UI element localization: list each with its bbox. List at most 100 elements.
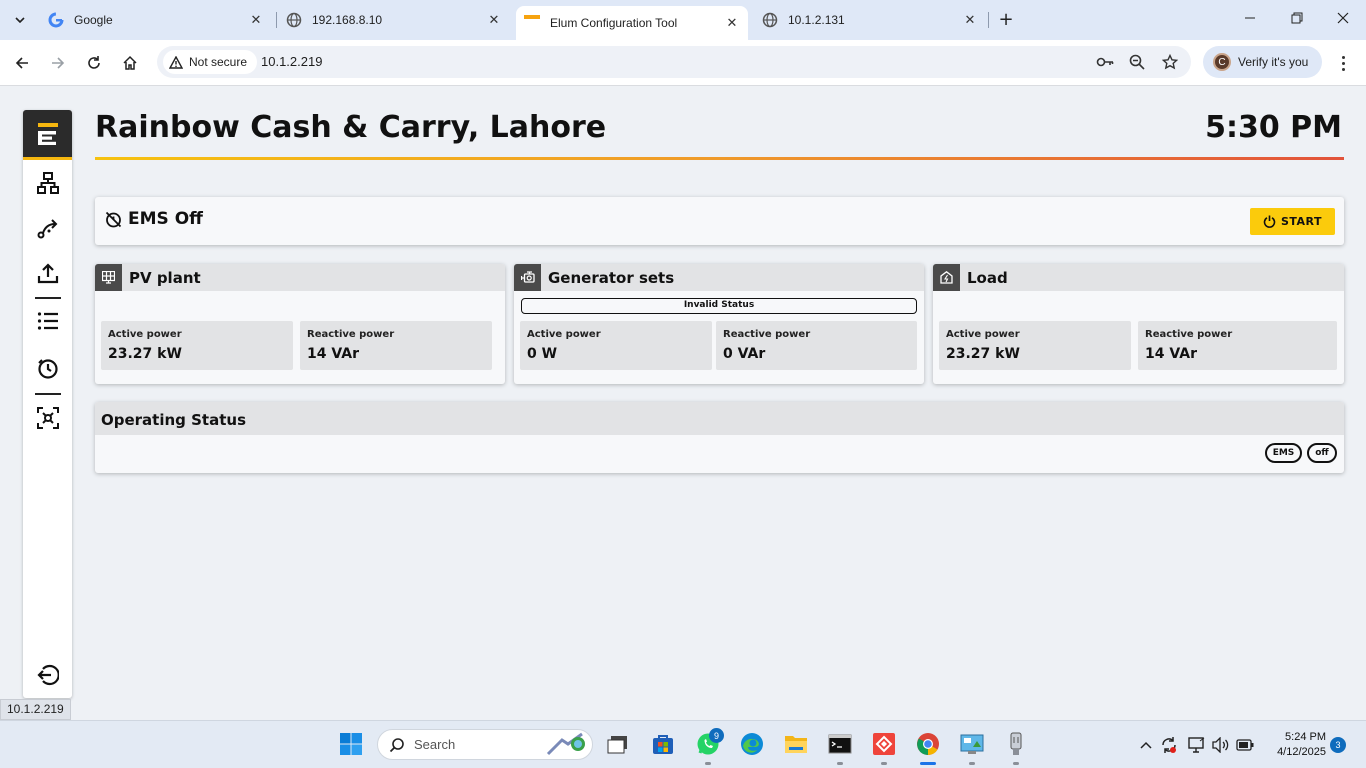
bookmark-star-icon[interactable] [1160,52,1180,72]
browser-menu-button[interactable] [1336,51,1350,75]
sidebar-item-upload[interactable] [35,260,60,285]
solar-panel-icon [95,264,122,291]
start-button[interactable]: START [1250,208,1335,235]
minimize-button[interactable] [1238,8,1262,32]
close-icon[interactable]: ✕ [486,12,502,28]
password-key-icon[interactable] [1095,52,1115,72]
metric-label: Active power [108,329,182,340]
operating-status-title: Operating Status [101,411,247,429]
gen-reactive-power: Reactive power 0 VAr [716,321,917,370]
close-icon[interactable]: ✕ [248,12,264,28]
scan-icon [36,406,59,429]
metric-label: Reactive power [307,329,395,340]
warning-icon [169,55,183,69]
sidebar-item-route[interactable] [35,215,60,240]
restore-icon [1291,12,1303,24]
arrow-left-icon [15,57,28,69]
ems-status: EMS Off [105,209,203,229]
tab-google[interactable]: Google ✕ [40,6,272,34]
chevron-up-icon[interactable] [1137,736,1155,754]
battery-icon[interactable] [1236,736,1254,754]
tab-search-button[interactable] [8,8,32,32]
microsoft-store-icon[interactable] [650,731,676,757]
task-view-icon[interactable] [605,731,631,757]
panel-title: Load [967,269,1008,287]
timer-off-icon [105,211,122,227]
whatsapp-badge: 9 [709,728,724,743]
restore-button[interactable] [1285,8,1309,32]
home-icon [123,55,137,70]
tab-10-1-2-131[interactable]: 10.1.2.131 ✕ [754,6,986,34]
close-window-button[interactable] [1331,8,1355,32]
close-icon[interactable]: ✕ [962,12,978,28]
volume-icon[interactable] [1212,736,1230,754]
security-indicator[interactable]: Not secure [163,50,258,74]
usb-device-icon[interactable] [1003,731,1029,757]
search-icon [389,737,404,752]
control-panel-icon[interactable] [959,731,985,757]
panel-title: Generator sets [548,269,675,287]
logout-icon [36,664,59,685]
tab-192-168-8-10[interactable]: 192.168.8.10 ✕ [278,6,510,34]
metric-label: Reactive power [1145,329,1233,340]
edge-icon[interactable] [739,731,765,757]
globe-icon [286,12,302,28]
elum-logo[interactable] [23,110,72,160]
active-app-indicator [920,762,936,765]
system-clock[interactable]: 5:24 PM 4/12/2025 [1266,730,1326,760]
anydesk-icon[interactable] [871,731,897,757]
running-indicator [969,762,975,765]
elum-logo-icon [524,15,540,31]
tab-title: Google [74,13,113,27]
url-text[interactable]: 10.1.2.219 [261,54,322,69]
history-icon [37,358,58,379]
metric-label: Active power [527,329,601,340]
panel-header: Load [933,264,1344,291]
sidebar-item-topology[interactable] [35,170,60,195]
sidebar-item-list[interactable] [35,308,60,333]
load-home-icon [933,264,960,291]
metric-value: 23.27 kW [946,346,1020,362]
chevron-down-icon [15,17,25,23]
terminal-icon[interactable] [827,731,853,757]
generator-status-badge: Invalid Status [521,298,917,314]
address-bar[interactable]: Not secure 10.1.2.219 [157,46,1191,78]
metric-value: 0 W [527,346,558,362]
windows-start-icon[interactable] [338,731,364,757]
sidebar-item-logout[interactable] [35,662,60,687]
operating-status-card: Operating Status EMS off [95,402,1344,473]
back-button[interactable] [10,51,34,75]
sidebar-item-scan[interactable] [35,405,60,430]
metric-value: 14 VAr [1145,346,1197,362]
arrow-right-icon [52,57,65,69]
tab-separator [276,12,277,28]
home-button[interactable] [118,51,142,75]
chrome-icon[interactable] [915,731,941,757]
panel-header: Operating Status [95,402,1344,435]
zoom-icon[interactable] [1127,52,1147,72]
verify-identity-button[interactable]: C Verify it's you [1203,46,1322,78]
sync-icon[interactable] [1160,736,1178,754]
upload-icon [37,262,58,283]
reload-button[interactable] [82,51,106,75]
taskbar-search[interactable]: Search [377,729,593,760]
new-tab-button[interactable]: + [994,8,1018,32]
network-icon[interactable] [1188,736,1206,754]
sidebar-item-history[interactable] [35,355,60,380]
tab-title: Elum Configuration Tool [550,16,678,30]
file-explorer-icon[interactable] [783,731,809,757]
avatar: C [1213,53,1231,71]
search-placeholder: Search [414,737,456,752]
browser-toolbar: Not secure 10.1.2.219 C Verify it's you [0,40,1366,86]
notification-badge[interactable]: 3 [1330,737,1346,753]
forward-button[interactable] [46,51,70,75]
close-icon [1337,12,1349,24]
start-button-label: START [1280,215,1323,228]
list-icon [37,311,58,330]
sidebar-divider [35,393,61,395]
pv-plant-panel: PV plant Active power 23.27 kW Reactive … [95,264,505,384]
verify-label: Verify it's you [1238,55,1309,69]
close-icon[interactable]: ✕ [724,15,740,31]
tab-elum-configuration-tool[interactable]: Elum Configuration Tool ✕ [516,6,748,40]
running-indicator [705,762,711,765]
